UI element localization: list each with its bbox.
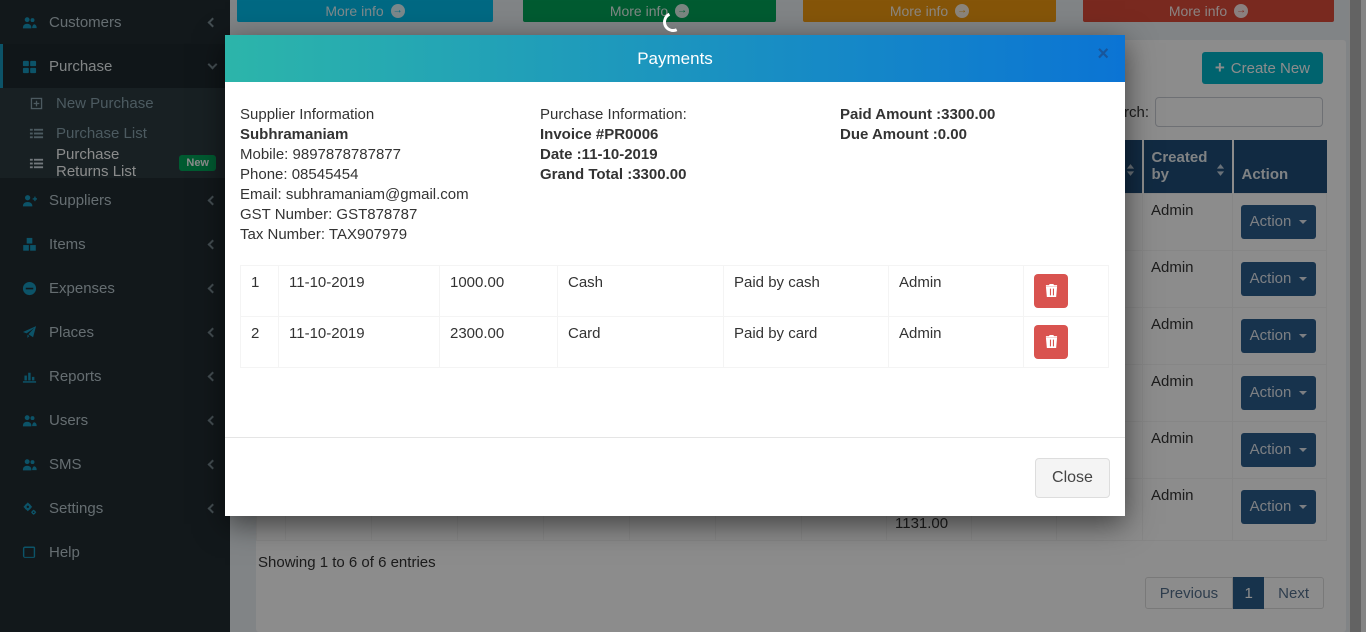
close-icon[interactable]: × xyxy=(1097,44,1109,64)
close-button[interactable]: Close xyxy=(1035,458,1110,498)
delete-payment-button[interactable] xyxy=(1034,325,1068,359)
payment-date-cell: 11-10-2019 xyxy=(279,316,440,367)
action-cell xyxy=(1024,265,1109,316)
trash-icon xyxy=(1045,334,1058,349)
supplier-info-line: Email: subhramaniam@gmail.com xyxy=(240,185,540,205)
created-by-cell: Admin xyxy=(889,316,1024,367)
payment-row: 111-10-20191000.00CashPaid by cashAdmin xyxy=(241,265,1109,316)
app-screen: CustomersPurchaseNew PurchasePurchase Li… xyxy=(0,0,1366,632)
modal-title: Payments xyxy=(637,49,713,69)
payments-modal: Payments × Supplier Information Subhrama… xyxy=(225,35,1125,516)
trash-icon xyxy=(1045,283,1058,298)
modal-footer: Close xyxy=(225,437,1125,516)
modal-body: Supplier Information Subhramaniam Mobile… xyxy=(225,82,1125,437)
supplier-name: Subhramaniam xyxy=(240,125,540,145)
payment-note-cell: Paid by card xyxy=(724,316,889,367)
purchase-info-line: Grand Total :3300.00 xyxy=(540,165,840,185)
supplier-info-line: Tax Number: TAX907979 xyxy=(240,225,540,245)
supplier-info-line: Mobile: 9897878787877 xyxy=(240,145,540,165)
created-by-cell: Admin xyxy=(889,265,1024,316)
payment-note-cell: Paid by cash xyxy=(724,265,889,316)
row-number-cell: 1 xyxy=(241,265,279,316)
modal-header: Payments × xyxy=(225,35,1125,82)
amounts-block: Paid Amount :3300.00Due Amount :0.00 xyxy=(840,105,1110,245)
purchase-info-heading: Purchase Information: xyxy=(540,105,840,125)
amount-line: Due Amount :0.00 xyxy=(840,125,1110,145)
supplier-info-heading: Supplier Information xyxy=(240,105,540,125)
payment-type-cell: Card xyxy=(558,316,724,367)
supplier-information-block: Supplier Information Subhramaniam Mobile… xyxy=(240,105,540,245)
payment-amount-cell: 2300.00 xyxy=(440,316,558,367)
payments-table: 111-10-20191000.00CashPaid by cashAdmin2… xyxy=(240,265,1109,368)
payment-type-cell: Cash xyxy=(558,265,724,316)
payment-amount-cell: 1000.00 xyxy=(440,265,558,316)
payment-info-columns: Supplier Information Subhramaniam Mobile… xyxy=(240,105,1110,245)
purchase-info-line: Date :11-10-2019 xyxy=(540,145,840,165)
supplier-info-line: GST Number: GST878787 xyxy=(240,205,540,225)
row-number-cell: 2 xyxy=(241,316,279,367)
action-cell xyxy=(1024,316,1109,367)
purchase-information-block: Purchase Information: Invoice #PR0006Dat… xyxy=(540,105,840,245)
payment-row: 211-10-20192300.00CardPaid by cardAdmin xyxy=(241,316,1109,367)
payment-date-cell: 11-10-2019 xyxy=(279,265,440,316)
purchase-info-line: Invoice #PR0006 xyxy=(540,125,840,145)
delete-payment-button[interactable] xyxy=(1034,274,1068,308)
supplier-info-line: Phone: 08545454 xyxy=(240,165,540,185)
amount-line: Paid Amount :3300.00 xyxy=(840,105,1110,125)
